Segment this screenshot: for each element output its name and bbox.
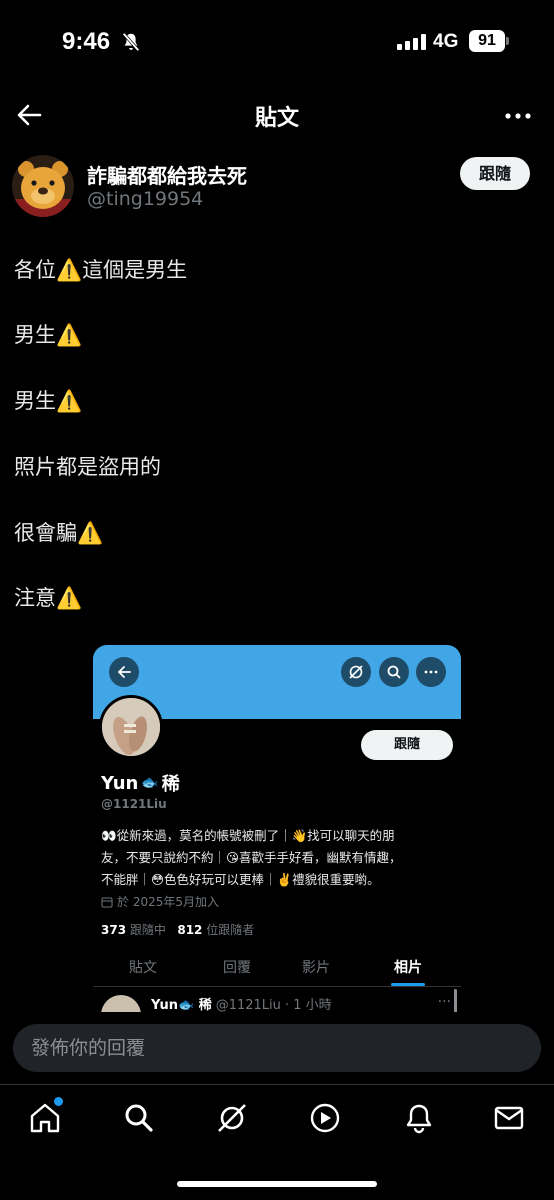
messages-icon[interactable] xyxy=(492,1101,526,1135)
embed-joined-text: 於 2025年5月加入 xyxy=(117,895,219,909)
calendar-icon xyxy=(101,897,113,907)
grok-icon[interactable] xyxy=(215,1101,249,1135)
embed-back-icon xyxy=(109,657,139,687)
embed-post-more-icon: ··· xyxy=(437,994,451,1010)
embed-post-avatar xyxy=(101,995,141,1012)
home-notification-dot xyxy=(54,1097,63,1106)
embed-post-name: Yun🐟 稀 xyxy=(151,998,212,1012)
embed-post-meta: @1121Liu · 1 小時 xyxy=(215,998,332,1012)
embed-bio-line: 不能胖｜😳色色好玩可以更棒｜✌️禮貌很重要喲。 xyxy=(101,872,380,887)
embed-tab-videos: 影片 xyxy=(302,960,330,976)
embed-bio-line: 👀從新來過，莫名的帳號被刪了｜👋找可以聊天的朋 xyxy=(101,828,395,843)
embed-scrollbar xyxy=(454,989,457,1012)
bell-off-icon xyxy=(122,32,140,52)
post-text-line: 男生⚠️ xyxy=(14,323,83,347)
more-options-icon[interactable] xyxy=(504,104,532,128)
embed-post-header: Yun🐟 稀 @1121Liu · 1 小時 xyxy=(151,994,332,1012)
embed-profile-avatar xyxy=(99,695,163,759)
author-handle[interactable]: @ting19954 xyxy=(87,188,203,210)
reply-input[interactable] xyxy=(13,1024,541,1072)
follow-button[interactable]: 跟隨 xyxy=(460,157,530,190)
embed-tab-replies: 回覆 xyxy=(223,960,251,976)
embed-follow-stats: 373 跟隨中 812 位跟隨者 xyxy=(101,921,254,938)
embed-more-icon xyxy=(416,657,446,687)
embed-display-name: Yun 🐟 稀 xyxy=(101,770,180,796)
post-text-line: 男生⚠️ xyxy=(14,389,83,413)
battery-tip xyxy=(506,37,509,45)
embed-bio: 👀從新來過，莫名的帳號被刪了｜👋找可以聊天的朋 友，不要只說約不約｜😘喜歡手手好… xyxy=(101,825,453,891)
embed-tab-photos: 相片 xyxy=(394,960,422,976)
post-text-line: 照片都是盜用的 xyxy=(14,455,161,479)
embed-name-text: Yun xyxy=(101,772,139,794)
fish-icon: 🐟 xyxy=(141,775,159,791)
embed-divider xyxy=(93,986,461,987)
home-icon[interactable] xyxy=(28,1101,62,1135)
search-icon[interactable] xyxy=(122,1101,156,1135)
embed-handle: @1121Liu xyxy=(101,797,167,811)
embed-bio-line: 友，不要只說約不約｜😘喜歡手手好看，幽默有情趣， xyxy=(101,850,402,865)
status-time: 9:46 xyxy=(62,28,111,55)
bottom-tab-bar xyxy=(0,1084,554,1200)
embed-follow-button: 跟隨 xyxy=(361,730,453,760)
home-indicator xyxy=(177,1181,377,1187)
page-title: 貼文 xyxy=(254,106,299,131)
video-icon[interactable] xyxy=(308,1101,342,1135)
embed-search-icon xyxy=(379,657,409,687)
post-text-line: 各位⚠️這個是男生 xyxy=(14,258,188,282)
battery-icon: 91 xyxy=(469,30,505,52)
embed-tab-posts: 貼文 xyxy=(129,960,157,976)
embed-grok-icon xyxy=(341,657,371,687)
followers-count: 812 xyxy=(177,923,203,937)
embed-joined: 於 2025年5月加入 xyxy=(101,893,219,910)
status-bar: 9:46 4G 91 xyxy=(0,0,554,84)
followers-label: 位跟隨者 xyxy=(206,923,255,937)
reply-bar xyxy=(0,1012,554,1084)
embed-name-text: 稀 xyxy=(161,774,180,795)
following-count: 373 xyxy=(101,923,127,937)
following-label: 跟隨中 xyxy=(129,923,166,937)
cellular-signal-icon xyxy=(397,34,426,50)
nav-header: 貼文 xyxy=(0,88,554,144)
author-display-name[interactable]: 詐騙都都給我去死 xyxy=(87,160,247,189)
author-avatar[interactable] xyxy=(12,155,74,217)
network-type: 4G xyxy=(433,31,459,52)
notifications-icon[interactable] xyxy=(402,1101,436,1135)
post-text-line: 注意⚠️ xyxy=(14,586,83,610)
post-text-line: 很會騙⚠️ xyxy=(14,521,104,545)
embedded-profile-screenshot[interactable]: 跟隨 Yun 🐟 稀 @1121Liu 👀從新來過，莫名的帳號被刪了｜👋找可以聊… xyxy=(93,645,461,1012)
